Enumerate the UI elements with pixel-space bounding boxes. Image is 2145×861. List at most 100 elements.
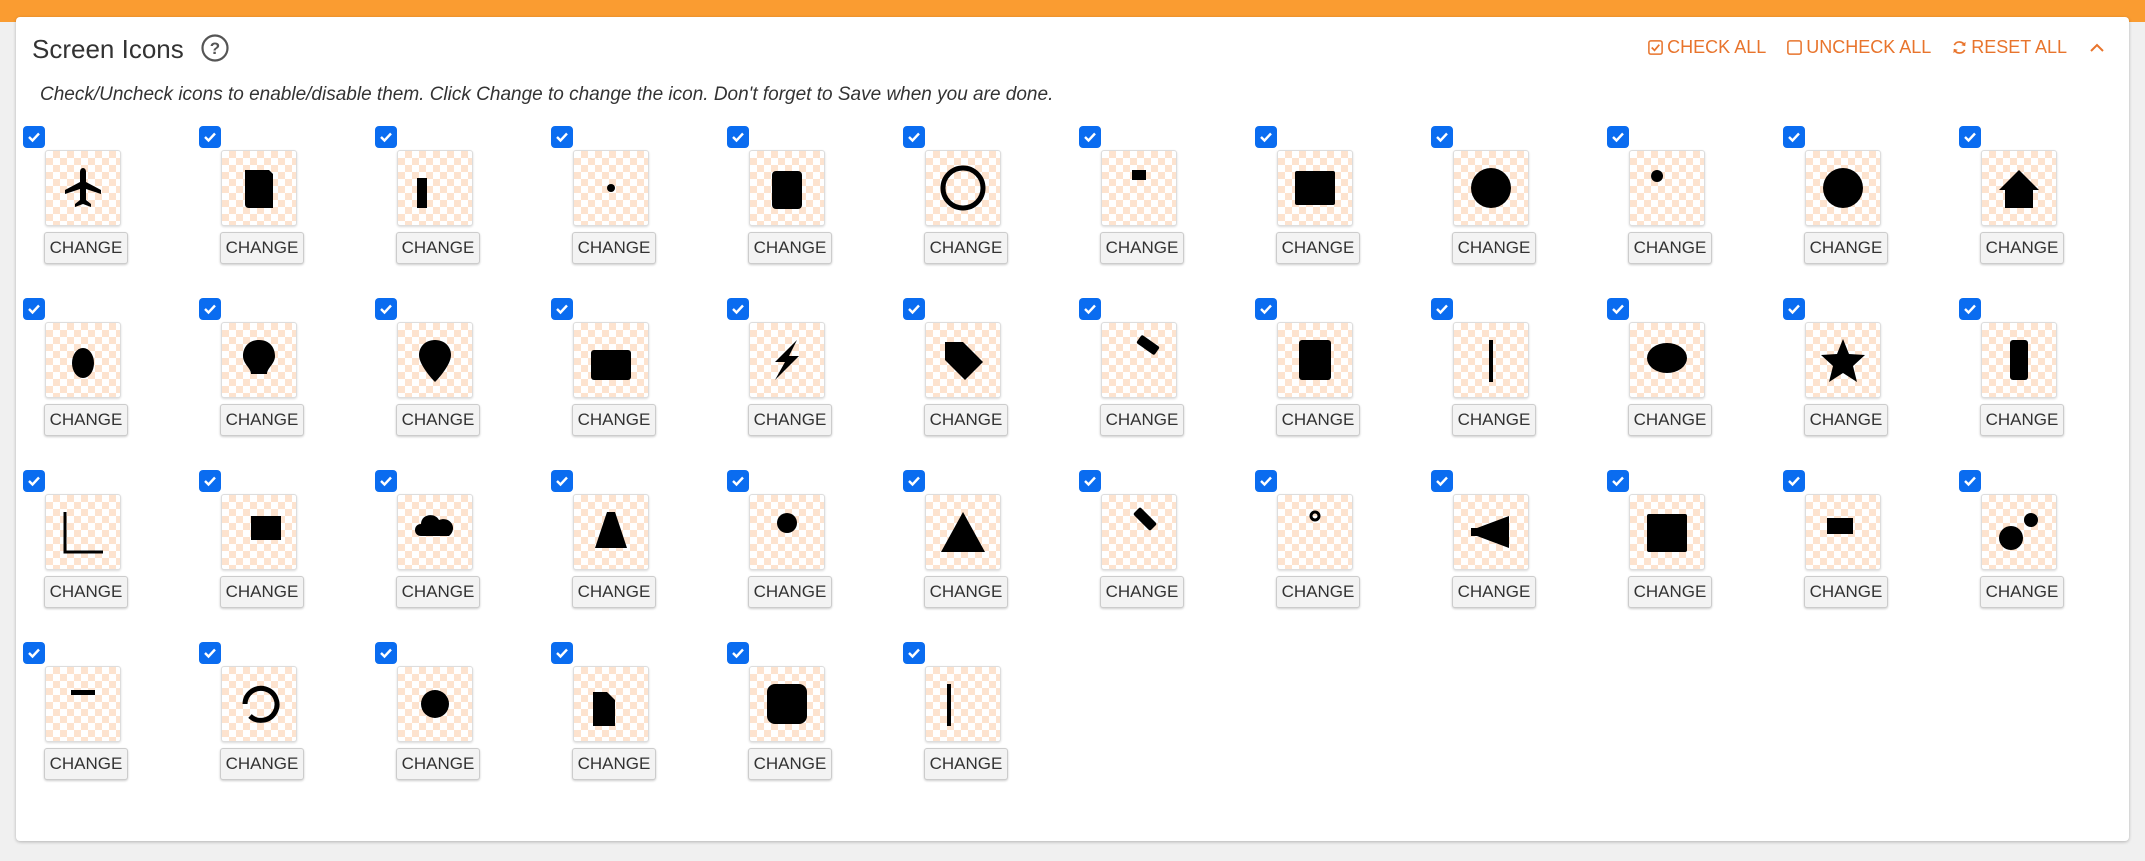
icon-enabled-checkbox[interactable] [23, 642, 45, 664]
gear-icon [421, 690, 449, 718]
checkmark-icon [732, 476, 744, 487]
icon-enabled-checkbox[interactable] [903, 642, 925, 664]
icon-enabled-checkbox[interactable] [1255, 470, 1277, 492]
icon-enabled-checkbox[interactable] [551, 642, 573, 664]
icon-enabled-checkbox[interactable] [1255, 298, 1277, 320]
icon-cell: CHANGE [704, 172, 832, 436]
icon-cell: CHANGE [880, 344, 1008, 608]
checkmark-icon [1260, 476, 1272, 487]
icon-enabled-checkbox[interactable] [1959, 126, 1981, 148]
icon-enabled-checkbox[interactable] [375, 298, 397, 320]
checkmark-icon [204, 132, 216, 143]
icon-enabled-checkbox[interactable] [1255, 126, 1277, 148]
change-icon-button[interactable]: CHANGE [44, 748, 128, 780]
icon-enabled-checkbox[interactable] [23, 126, 45, 148]
icon-cell: CHANGE [880, 0, 1008, 264]
icon-cell: CHANGE [1760, 172, 1888, 436]
checkmark-icon [908, 648, 920, 659]
megaphone-icon [1471, 516, 1509, 548]
icon-cell: CHANGE [0, 344, 128, 608]
checkmark-icon [1964, 132, 1976, 143]
change-icon-button[interactable]: CHANGE [1452, 576, 1536, 608]
icon-cell: CHANGE [352, 344, 480, 608]
icon-cell: CHANGE [880, 172, 1008, 436]
change-icon-button[interactable]: CHANGE [1100, 576, 1184, 608]
icon-enabled-checkbox[interactable] [727, 298, 749, 320]
change-icon-button[interactable]: CHANGE [1628, 576, 1712, 608]
icon-enabled-checkbox[interactable] [1783, 126, 1805, 148]
icon-enabled-checkbox[interactable] [551, 470, 573, 492]
icon-enabled-checkbox[interactable] [199, 298, 221, 320]
icon-cell: CHANGE [352, 172, 480, 436]
icon-enabled-checkbox[interactable] [551, 298, 573, 320]
change-icon-button[interactable]: CHANGE [1276, 576, 1360, 608]
checkmark-icon [28, 476, 40, 487]
icon-enabled-checkbox[interactable] [23, 298, 45, 320]
icon-cell: CHANGE [352, 0, 480, 264]
checkmark-icon [1084, 132, 1096, 143]
anchor-icon [1309, 510, 1321, 522]
change-icon-button[interactable]: CHANGE [748, 748, 832, 780]
checkmark-icon [204, 304, 216, 315]
icon-preview [221, 666, 297, 742]
icon-cell: CHANGE [1408, 344, 1536, 608]
icon-enabled-checkbox[interactable] [1607, 298, 1629, 320]
change-icon-button[interactable]: CHANGE [1980, 576, 2064, 608]
icon-enabled-checkbox[interactable] [199, 126, 221, 148]
icon-enabled-checkbox[interactable] [199, 642, 221, 664]
info-icon [767, 684, 807, 724]
checkmark-icon [204, 476, 216, 487]
icon-enabled-checkbox[interactable] [375, 642, 397, 664]
icon-enabled-checkbox[interactable] [1431, 470, 1453, 492]
icon-enabled-checkbox[interactable] [727, 642, 749, 664]
icon-enabled-checkbox[interactable] [1783, 470, 1805, 492]
icon-cell: CHANGE [1232, 344, 1360, 608]
icon-cell: CHANGE [880, 516, 1008, 780]
icon-enabled-checkbox[interactable] [903, 298, 925, 320]
icon-enabled-checkbox[interactable] [727, 126, 749, 148]
checkmark-icon [1788, 304, 1800, 315]
icon-enabled-checkbox[interactable] [1079, 298, 1101, 320]
icon-enabled-checkbox[interactable] [1959, 470, 1981, 492]
checkmark-icon [380, 476, 392, 487]
icon-cell: CHANGE [176, 516, 304, 780]
change-icon-button[interactable]: CHANGE [572, 748, 656, 780]
icon-cell: CHANGE [1056, 172, 1184, 436]
change-icon-button[interactable]: CHANGE [924, 748, 1008, 780]
checkmark-icon [380, 132, 392, 143]
icon-enabled-checkbox[interactable] [1079, 470, 1101, 492]
icon-enabled-checkbox[interactable] [1431, 298, 1453, 320]
change-icon-button[interactable]: CHANGE [220, 748, 304, 780]
icon-enabled-checkbox[interactable] [1607, 470, 1629, 492]
checkmark-icon [732, 304, 744, 315]
icon-enabled-checkbox[interactable] [23, 470, 45, 492]
icon-enabled-checkbox[interactable] [375, 470, 397, 492]
icon-enabled-checkbox[interactable] [551, 126, 573, 148]
checkmark-icon [908, 304, 920, 315]
change-icon-button[interactable]: CHANGE [1804, 576, 1888, 608]
icon-enabled-checkbox[interactable] [1431, 126, 1453, 148]
checkmark-icon [1436, 476, 1448, 487]
change-icon-button[interactable]: CHANGE [396, 748, 480, 780]
checkmark-icon [1260, 304, 1272, 315]
checkmark-icon [380, 304, 392, 315]
icon-enabled-checkbox[interactable] [375, 126, 397, 148]
checkmark-icon [1964, 304, 1976, 315]
checkmark-icon [1084, 304, 1096, 315]
icon-preview [1629, 494, 1705, 570]
icon-enabled-checkbox[interactable] [903, 126, 925, 148]
icon-enabled-checkbox[interactable] [727, 470, 749, 492]
icon-cell: CHANGE [0, 0, 128, 264]
icon-preview [1805, 494, 1881, 570]
checkmark-icon [908, 476, 920, 487]
icon-enabled-checkbox[interactable] [199, 470, 221, 492]
icon-enabled-checkbox[interactable] [1079, 126, 1101, 148]
icon-cell: CHANGE [176, 344, 304, 608]
icon-enabled-checkbox[interactable] [1607, 126, 1629, 148]
checkmark-icon [1084, 476, 1096, 487]
icon-enabled-checkbox[interactable] [1959, 298, 1981, 320]
chevron-up-icon[interactable] [2087, 38, 2107, 58]
icon-enabled-checkbox[interactable] [1783, 298, 1805, 320]
icon-enabled-checkbox[interactable] [903, 470, 925, 492]
checkmark-icon [1612, 476, 1624, 487]
